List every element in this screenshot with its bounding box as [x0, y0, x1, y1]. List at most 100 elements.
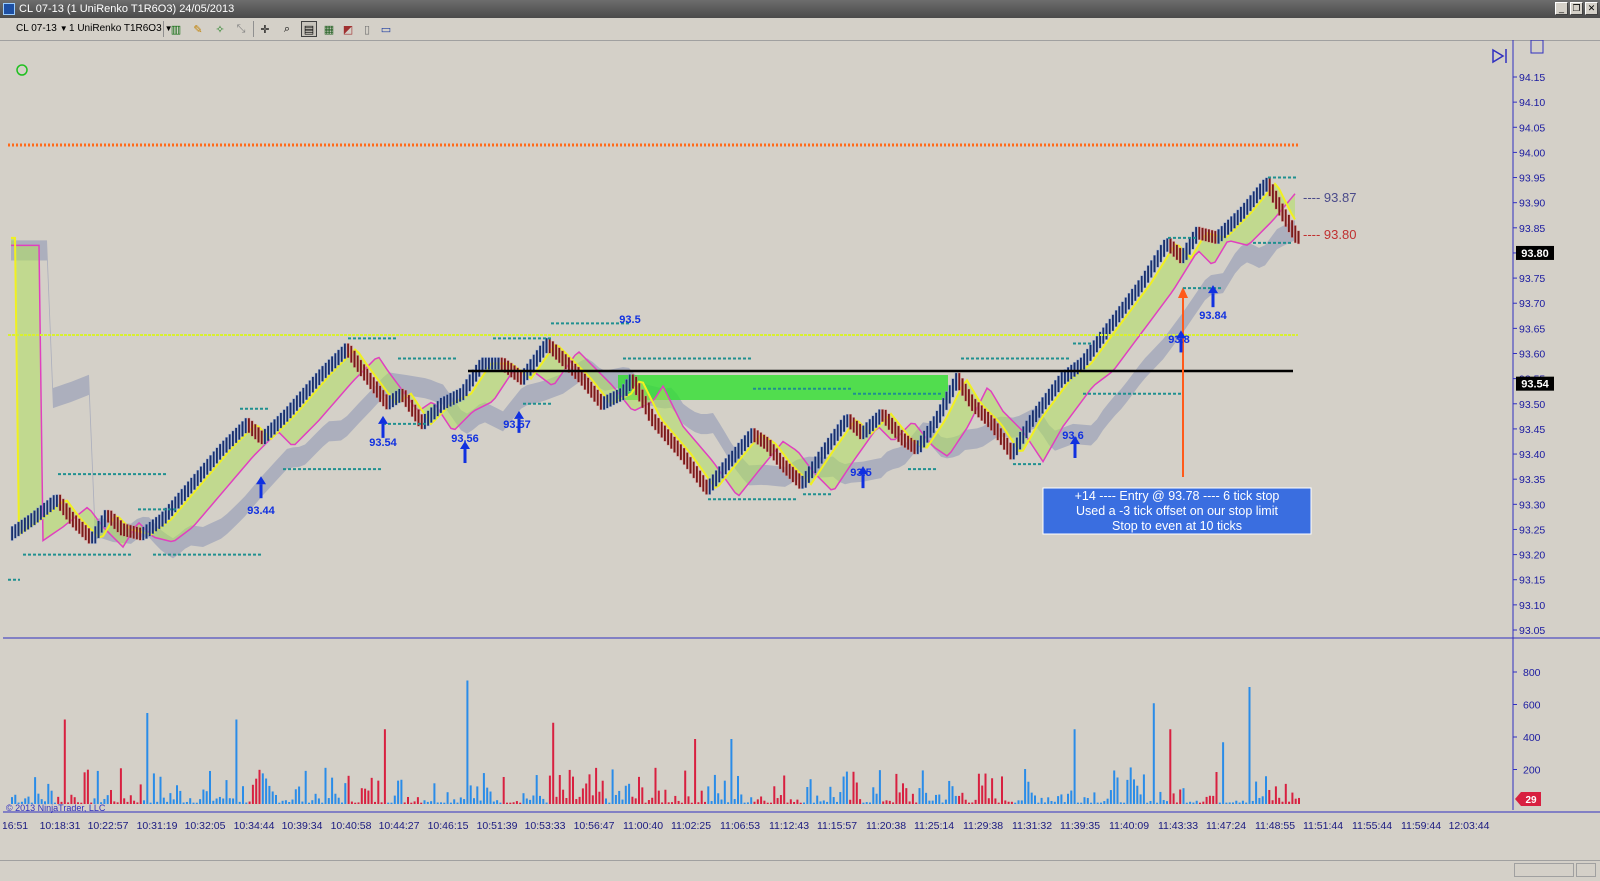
up-bar — [327, 359, 331, 376]
volume-bar-down — [997, 802, 1000, 804]
maximize-button[interactable]: ❐ — [1570, 2, 1583, 15]
close-button[interactable]: ✕ — [1585, 2, 1598, 15]
bar-type-icon[interactable]: ▥ — [168, 21, 184, 37]
magic-wand-icon[interactable]: ✧ — [212, 21, 228, 37]
volume-bar-down — [760, 796, 763, 804]
volume-bar-up — [1100, 802, 1102, 804]
up-bar — [922, 430, 926, 448]
time-tick-label: 10:56:47 — [574, 820, 615, 832]
up-bar — [1217, 229, 1220, 244]
crosshair-move-icon[interactable]: ⤡ — [233, 21, 249, 37]
down-bar — [506, 360, 510, 376]
volume-bar-up — [806, 787, 809, 804]
volume-bar-up — [875, 793, 878, 804]
up-bar — [161, 511, 164, 527]
time-tick-label: 11:55:44 — [1352, 820, 1392, 832]
up-bar — [1258, 183, 1262, 200]
chart-properties-icon[interactable]: ▤ — [301, 21, 317, 37]
volume-bar-down — [572, 776, 574, 804]
volume-bar-up — [202, 789, 205, 804]
volume-bar-down — [360, 788, 363, 804]
pencil-draw-icon[interactable]: ✎ — [190, 21, 206, 37]
horizontal-scrollbar[interactable] — [1514, 863, 1574, 877]
volume-bar-up — [1083, 797, 1086, 804]
volume-bar-down — [558, 775, 561, 804]
strategies-icon[interactable]: ◩ — [340, 21, 356, 37]
down-bar — [666, 429, 670, 446]
up-bar — [52, 494, 55, 510]
up-bar — [810, 461, 814, 479]
up-bar — [237, 424, 241, 440]
down-bar — [65, 502, 68, 520]
price-tick-label: 93.15 — [1519, 575, 1545, 587]
down-bar — [967, 388, 971, 407]
price-chart-panel[interactable]: 94.15 94.10 94.05 94.00 93.95 93.90 93.85 93.80… — [2, 39, 1600, 860]
volume-bar-up — [611, 769, 614, 804]
down-bar — [109, 510, 113, 527]
interval-label: 1 UniRenko T1R6O3 — [69, 23, 162, 34]
crosshair-tool-icon[interactable]: ✛ — [257, 21, 273, 37]
up-bar — [151, 519, 155, 535]
down-bar — [1287, 214, 1291, 233]
up-bar — [609, 392, 612, 407]
volume-bar-up — [872, 787, 875, 804]
volume-value-label: 29 — [1525, 795, 1537, 806]
volume-bar-down — [783, 775, 786, 804]
chart-canvas[interactable]: 94.15 94.10 94.05 94.00 93.95 93.90 93.85 93.80… — [2, 39, 1600, 860]
volume-bar-down — [1274, 786, 1277, 804]
volume-bar-down — [958, 795, 961, 804]
volume-bar-down — [598, 791, 601, 804]
up-bar — [1018, 431, 1022, 450]
up-bar — [807, 465, 811, 484]
down-bar — [1197, 226, 1201, 240]
buy-arrow — [1211, 293, 1215, 308]
volume-bar-down — [888, 800, 891, 804]
volume-bar-up — [209, 770, 211, 804]
down-bar — [577, 366, 580, 383]
volume-bar-up — [261, 773, 264, 804]
price-tick-label: 93.35 — [1519, 474, 1545, 486]
down-bar — [593, 385, 596, 402]
down-bar — [849, 414, 852, 430]
down-bar — [999, 427, 1003, 446]
indicators-icon[interactable]: ▦ — [321, 21, 337, 37]
volume-bar-up — [1037, 802, 1040, 804]
volume-bar-down — [568, 769, 571, 804]
up-bar — [951, 378, 955, 398]
order-panel-icon[interactable]: ▭ — [378, 21, 394, 37]
up-bar — [430, 407, 433, 423]
volume-bar-up — [1030, 792, 1033, 804]
down-bar — [420, 414, 424, 430]
down-bar — [641, 389, 644, 409]
volume-bar-up — [935, 794, 937, 804]
volume-bar-up — [954, 795, 957, 804]
volume-bar-down — [694, 739, 697, 804]
up-bar — [433, 403, 436, 420]
price-tick-label: 93.70 — [1519, 298, 1545, 310]
volume-bar-down — [902, 783, 904, 804]
time-tick-label: 11:20:38 — [866, 820, 906, 832]
instrument-selector[interactable]: CL 07-13 ▼ — [16, 22, 68, 36]
scroll-end-button[interactable] — [1576, 863, 1596, 877]
interval-selector[interactable]: 1 UniRenko T1R6O3 ▼ — [69, 22, 173, 36]
data-box-icon[interactable]: ▯ — [359, 21, 375, 37]
volume-bar-up — [34, 777, 37, 804]
up-bar — [100, 515, 103, 534]
up-bar — [948, 384, 951, 404]
down-bar — [1175, 244, 1179, 261]
up-bar — [1111, 314, 1115, 332]
down-bar — [663, 425, 667, 442]
down-bar — [993, 418, 996, 436]
trade-note-text: Used a -3 tick offset on our stop limit — [1076, 504, 1278, 518]
down-bar — [113, 513, 116, 530]
up-bar — [455, 389, 459, 404]
price-tick-label: 93.05 — [1519, 625, 1545, 637]
volume-bar-down — [799, 802, 802, 804]
volume-bar-up — [918, 788, 921, 804]
up-bar — [1229, 216, 1233, 232]
up-bar — [490, 357, 494, 370]
volume-bar-down — [1169, 729, 1172, 804]
zoom-icon[interactable]: ⌕ — [279, 21, 295, 37]
minimize-button[interactable]: _ — [1555, 2, 1568, 15]
volume-bar-up — [1195, 800, 1198, 804]
